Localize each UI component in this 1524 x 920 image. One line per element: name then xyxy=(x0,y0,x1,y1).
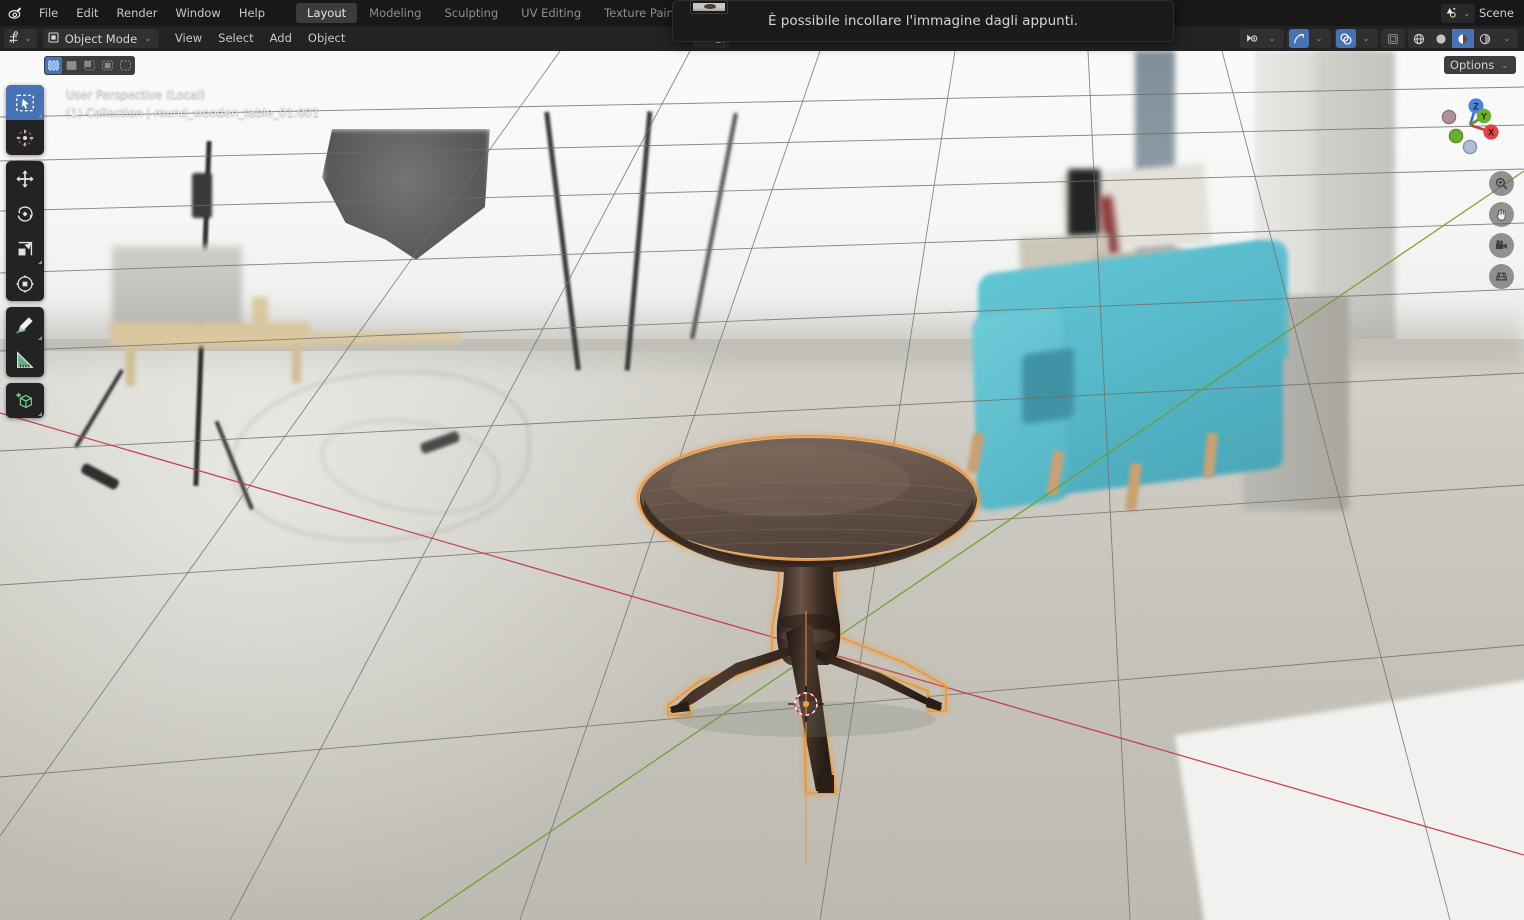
menu-window[interactable]: Window xyxy=(166,0,229,26)
scene-name-label: Scene xyxy=(1478,6,1514,20)
toolbar-group-select xyxy=(6,85,44,155)
cursor-tool[interactable] xyxy=(6,120,44,155)
material-preview-shading-icon[interactable] xyxy=(1452,29,1474,48)
bg-box-d xyxy=(1068,169,1100,239)
gizmo-negative-x-ball xyxy=(1441,109,1457,125)
gizmo-axis-label-y: Y xyxy=(1481,111,1487,121)
toggle-orthographic-perspective-icon[interactable] xyxy=(1489,264,1514,289)
editor-type-3dview-icon xyxy=(7,30,22,48)
menu-edit[interactable]: Edit xyxy=(67,0,107,26)
menu-file[interactable]: File xyxy=(30,0,67,26)
gizmo-negative-z-ball xyxy=(1462,139,1478,155)
tool-submenu-corner-icon xyxy=(38,260,42,264)
shading-mode-segmented-control[interactable]: ⌄ xyxy=(1408,29,1518,48)
bg-wooden-bar-2 xyxy=(252,297,268,345)
viewport-menu-view[interactable]: View xyxy=(167,29,210,48)
scene-data-icon xyxy=(1444,6,1459,21)
viewport-menu-add[interactable]: Add xyxy=(262,29,300,48)
select-extend-mode-icon[interactable] xyxy=(63,57,80,74)
toolbar-group-annotate-measure xyxy=(6,307,44,377)
rotate-tool[interactable] xyxy=(6,196,44,231)
clipboard-paste-tooltip: È possibile incollare l'immagine dagli a… xyxy=(672,0,1174,42)
scale-tool[interactable] xyxy=(6,231,44,266)
overlays-group[interactable]: ⌄ xyxy=(1334,29,1378,48)
gizmo-group[interactable]: ⌄ xyxy=(1287,29,1331,48)
xray-group[interactable] xyxy=(1381,29,1405,48)
viewport-menu-object[interactable]: Object xyxy=(300,29,353,48)
viewport-menu-select[interactable]: Select xyxy=(210,29,261,48)
blender-application-window: File Edit Render Window Help Layout Mode… xyxy=(0,0,1524,920)
bg-armchair-seat-gap xyxy=(1022,347,1074,425)
show-gizmo-icon[interactable] xyxy=(1289,29,1309,48)
viewport-navigation-buttons[interactable] xyxy=(1489,171,1514,289)
zoom-navigate-icon[interactable] xyxy=(1489,171,1514,196)
chevron-down-icon: ⌄ xyxy=(144,34,151,43)
show-overlays-icon[interactable] xyxy=(1336,29,1356,48)
interaction-mode-selector[interactable]: Object Mode ⌄ xyxy=(42,29,159,48)
pan-hand-navigate-icon[interactable] xyxy=(1489,202,1514,227)
viewport-header-right: ⌄ ⌄ ⌄ ⌄ xyxy=(1240,29,1520,48)
gizmo-axis-label-x: X xyxy=(1488,128,1494,138)
camera-view-icon[interactable] xyxy=(1489,233,1514,258)
select-invert-mode-icon[interactable] xyxy=(99,57,116,74)
viewport-toolbar[interactable] xyxy=(6,85,44,418)
gizmo-negative-y-ball xyxy=(1448,128,1464,144)
navigation-axis-gizmo[interactable]: Z Y X xyxy=(1430,85,1510,165)
viewport-background-photo xyxy=(0,51,1524,920)
chevron-down-icon: ⌄ xyxy=(25,34,32,43)
clipboard-image-thumbnail xyxy=(690,0,728,14)
gizmo-dropdown-chevron-icon[interactable]: ⌄ xyxy=(1309,29,1329,48)
3d-viewport[interactable]: User Perspective (Local) (1) Collection … xyxy=(0,51,1524,920)
select-box-mode-icon[interactable] xyxy=(45,57,62,74)
object-mode-icon xyxy=(47,31,60,47)
select-mode-group[interactable] xyxy=(44,56,135,75)
editor-type-selector[interactable]: ⌄ xyxy=(4,29,37,48)
tab-uv-editing[interactable]: UV Editing xyxy=(510,3,592,23)
tool-submenu-corner-icon xyxy=(38,336,42,340)
measure-tool[interactable] xyxy=(6,342,44,377)
toolbar-group-transform xyxy=(6,161,44,301)
select-intersect-mode-icon[interactable] xyxy=(117,57,134,74)
blender-logo-icon[interactable] xyxy=(0,0,30,26)
transform-tool[interactable] xyxy=(6,266,44,301)
chevron-down-icon: ⌄ xyxy=(1463,8,1470,18)
tooltip-text: È possibile incollare l'immagine dagli a… xyxy=(767,13,1079,29)
chevron-down-icon: ⌄ xyxy=(1501,60,1508,70)
gizmo-axis-label-z: Z xyxy=(1473,102,1479,112)
select-subtract-mode-icon[interactable] xyxy=(81,57,98,74)
toggle-xray-icon[interactable] xyxy=(1383,29,1403,48)
bg-light-stand-head xyxy=(192,173,212,218)
annotate-tool[interactable] xyxy=(6,307,44,342)
menu-help[interactable]: Help xyxy=(230,0,274,26)
tool-submenu-corner-icon xyxy=(38,412,42,416)
overlays-dropdown-chevron-icon[interactable]: ⌄ xyxy=(1356,29,1376,48)
tool-submenu-corner-icon xyxy=(38,114,42,118)
toolbar-group-add xyxy=(6,383,44,418)
visibility-eye-icon[interactable] xyxy=(1242,29,1262,48)
solid-shading-icon[interactable] xyxy=(1430,29,1452,48)
rendered-shading-icon[interactable] xyxy=(1474,29,1496,48)
menu-render[interactable]: Render xyxy=(108,0,167,26)
bg-bench-leg-2 xyxy=(292,341,301,383)
bg-bench-back xyxy=(112,246,242,328)
scene-selector[interactable]: ⌄ xyxy=(1441,3,1475,23)
tab-layout[interactable]: Layout xyxy=(296,3,358,23)
options-label: Options xyxy=(1449,58,1495,72)
move-tool[interactable] xyxy=(6,161,44,196)
tab-modeling[interactable]: Modeling xyxy=(358,3,432,23)
thumbnail-object-blob xyxy=(704,4,716,9)
mode-label: Object Mode xyxy=(64,31,138,46)
visibility-dropdown-chevron-icon[interactable]: ⌄ xyxy=(1262,29,1282,48)
object-visibility-group[interactable]: ⌄ xyxy=(1240,29,1284,48)
wireframe-shading-icon[interactable] xyxy=(1408,29,1430,48)
shading-dropdown-chevron-icon[interactable]: ⌄ xyxy=(1496,29,1518,48)
tab-sculpting[interactable]: Sculpting xyxy=(433,3,509,23)
tweak-select-box-tool[interactable] xyxy=(6,85,44,120)
topbar-right-group: ⌄ Scene xyxy=(1441,0,1524,26)
viewport-options-button[interactable]: Options ⌄ xyxy=(1443,56,1516,74)
add-cube-tool[interactable] xyxy=(6,383,44,418)
